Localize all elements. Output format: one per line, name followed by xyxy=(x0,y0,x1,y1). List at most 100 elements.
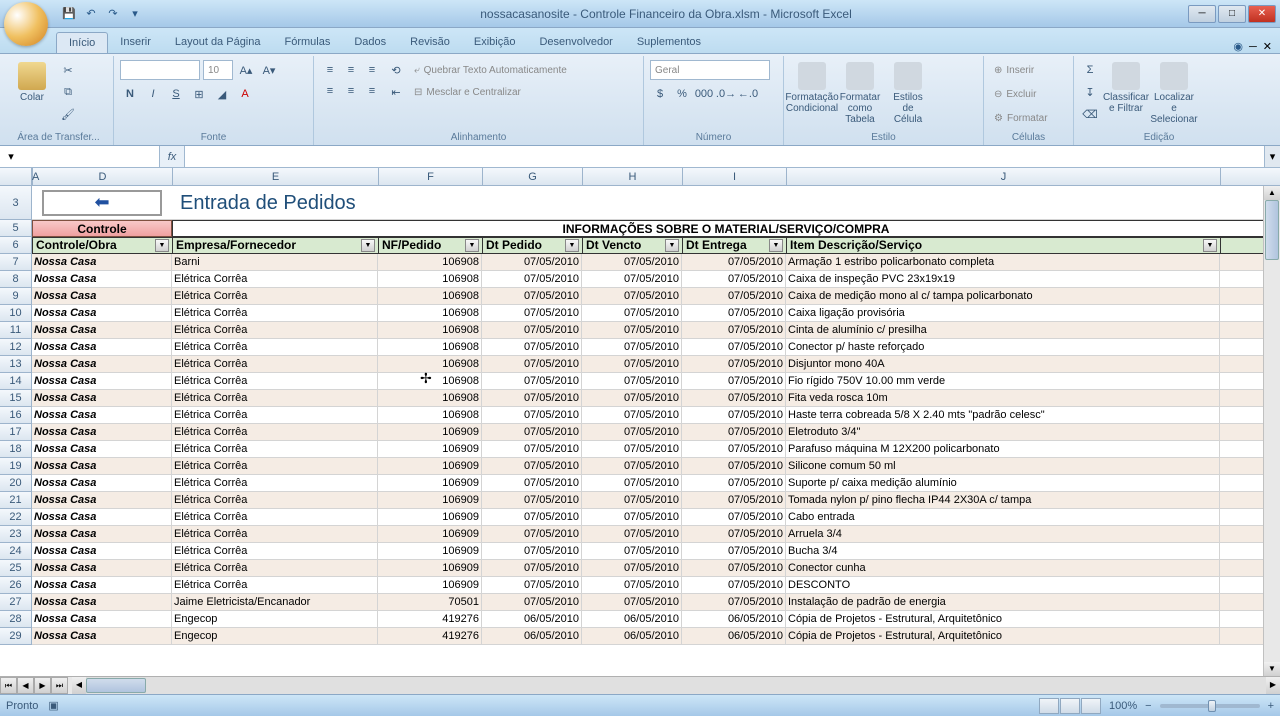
cell-empresa[interactable]: Elétrica Corrêa xyxy=(172,475,378,491)
cell-dt-entrega[interactable]: 07/05/2010 xyxy=(682,509,786,525)
table-row[interactable]: Nossa Casa Elétrica Corrêa 106908 07/05/… xyxy=(32,407,1280,424)
table-row[interactable]: Nossa Casa Engecop 419276 06/05/2010 06/… xyxy=(32,611,1280,628)
cell-dt-entrega[interactable]: 07/05/2010 xyxy=(682,322,786,338)
cell-descricao[interactable]: Caixa ligação provisória xyxy=(786,305,1220,321)
cell-descricao[interactable]: DESCONTO xyxy=(786,577,1220,593)
cell-nf[interactable]: 106909 xyxy=(378,424,482,440)
ribbon-tab-desenvolvedor[interactable]: Desenvolvedor xyxy=(527,32,624,53)
row-header-11[interactable]: 11 xyxy=(0,322,32,339)
cell-descricao[interactable]: Caixa de inspeção PVC 23x19x19 xyxy=(786,271,1220,287)
cell-dt-entrega[interactable]: 07/05/2010 xyxy=(682,560,786,576)
filter-dropdown-icon[interactable]: ▼ xyxy=(565,239,579,252)
comma-icon[interactable]: 000 xyxy=(694,84,714,104)
cell-dt-pedido[interactable]: 07/05/2010 xyxy=(482,271,582,287)
cell-obra[interactable]: Nossa Casa xyxy=(32,458,172,474)
insert-cells-button[interactable]: ⊕ Inserir xyxy=(990,60,1052,80)
cell-dt-entrega[interactable]: 07/05/2010 xyxy=(682,339,786,355)
cell-descricao[interactable]: Cópia de Projetos - Estrutural, Arquitet… xyxy=(786,628,1220,644)
cell-dt-pedido[interactable]: 06/05/2010 xyxy=(482,628,582,644)
table-row[interactable]: Nossa Casa Barni 106908 07/05/2010 07/05… xyxy=(32,254,1280,271)
filter-dropdown-icon[interactable]: ▼ xyxy=(769,239,783,252)
cell-empresa[interactable]: Engecop xyxy=(172,628,378,644)
ribbon-tab-inserir[interactable]: Inserir xyxy=(108,32,163,53)
row-header-6[interactable]: 6 xyxy=(0,237,32,254)
cell-empresa[interactable]: Jaime Eletricista/Encanador xyxy=(172,594,378,610)
minimize-button[interactable]: ─ xyxy=(1188,5,1216,23)
scroll-right-icon[interactable]: ▶ xyxy=(1266,677,1280,694)
cell-dt-pedido[interactable]: 07/05/2010 xyxy=(482,339,582,355)
undo-icon[interactable]: ↶ xyxy=(82,5,100,23)
cell-dt-vencto[interactable]: 07/05/2010 xyxy=(582,543,682,559)
table-row[interactable]: Nossa Casa Elétrica Corrêa 106909 07/05/… xyxy=(32,526,1280,543)
cell-dt-pedido[interactable]: 07/05/2010 xyxy=(482,509,582,525)
cell-nf[interactable]: 106909 xyxy=(378,509,482,525)
view-page-layout-button[interactable] xyxy=(1060,698,1080,714)
table-row[interactable]: Nossa Casa Elétrica Corrêa 106908 07/05/… xyxy=(32,373,1280,390)
cell-descricao[interactable]: Bucha 3/4 xyxy=(786,543,1220,559)
cell-obra[interactable]: Nossa Casa xyxy=(32,594,172,610)
cell-empresa[interactable]: Elétrica Corrêa xyxy=(172,543,378,559)
autosum-icon[interactable]: Σ xyxy=(1080,60,1100,80)
cell-descricao[interactable]: Parafuso máquina M 12X200 policarbonato xyxy=(786,441,1220,457)
row-header-8[interactable]: 8 xyxy=(0,271,32,288)
cell-dt-pedido[interactable]: 07/05/2010 xyxy=(482,577,582,593)
cell-dt-vencto[interactable]: 07/05/2010 xyxy=(582,356,682,372)
scroll-up-icon[interactable]: ▲ xyxy=(1264,186,1280,200)
cell-nf[interactable]: 106909 xyxy=(378,475,482,491)
row-header-15[interactable]: 15 xyxy=(0,390,32,407)
ribbon-tab-exibição[interactable]: Exibição xyxy=(462,32,528,53)
bold-button[interactable]: N xyxy=(120,84,140,104)
ribbon-tab-início[interactable]: Início xyxy=(56,32,108,53)
cell-nf[interactable]: 106908 xyxy=(378,322,482,338)
col-header-F[interactable]: F xyxy=(379,168,483,185)
cell-dt-pedido[interactable]: 07/05/2010 xyxy=(482,526,582,542)
row-header-18[interactable]: 18 xyxy=(0,441,32,458)
cell-empresa[interactable]: Elétrica Corrêa xyxy=(172,305,378,321)
row-header-28[interactable]: 28 xyxy=(0,611,32,628)
col-header-H[interactable]: H xyxy=(583,168,683,185)
ribbon-minimize-button[interactable]: ─ xyxy=(1249,41,1257,53)
increase-decimal-icon[interactable]: .0→ xyxy=(716,84,736,104)
cell-obra[interactable]: Nossa Casa xyxy=(32,611,172,627)
cell-dt-pedido[interactable]: 07/05/2010 xyxy=(482,441,582,457)
table-row[interactable]: Nossa Casa Elétrica Corrêa 106909 07/05/… xyxy=(32,509,1280,526)
cell-dt-vencto[interactable]: 07/05/2010 xyxy=(582,254,682,270)
cell-dt-vencto[interactable]: 06/05/2010 xyxy=(582,628,682,644)
cell-dt-pedido[interactable]: 07/05/2010 xyxy=(482,475,582,491)
zoom-level[interactable]: 100% xyxy=(1109,700,1137,712)
horizontal-scrollbar[interactable]: ◀ ▶ xyxy=(72,677,1280,694)
align-center-icon[interactable]: ≡ xyxy=(341,81,361,101)
ribbon-tab-revisão[interactable]: Revisão xyxy=(398,32,462,53)
formula-input[interactable] xyxy=(184,146,1264,167)
row-header-13[interactable]: 13 xyxy=(0,356,32,373)
table-row[interactable]: Nossa Casa Elétrica Corrêa 106908 07/05/… xyxy=(32,356,1280,373)
cell-descricao[interactable]: Arruela 3/4 xyxy=(786,526,1220,542)
cell-dt-vencto[interactable]: 07/05/2010 xyxy=(582,475,682,491)
cell-empresa[interactable]: Elétrica Corrêa xyxy=(172,577,378,593)
row-header-14[interactable]: 14 xyxy=(0,373,32,390)
redo-icon[interactable]: ↷ xyxy=(104,5,122,23)
cell-dt-entrega[interactable]: 07/05/2010 xyxy=(682,441,786,457)
cell-empresa[interactable]: Elétrica Corrêa xyxy=(172,356,378,372)
row-header-20[interactable]: 20 xyxy=(0,475,32,492)
cell-dt-pedido[interactable]: 07/05/2010 xyxy=(482,424,582,440)
cell-descricao[interactable]: Instalação de padrão de energia xyxy=(786,594,1220,610)
align-top-right-icon[interactable]: ≡ xyxy=(362,60,382,80)
cell-dt-vencto[interactable]: 07/05/2010 xyxy=(582,577,682,593)
cell-obra[interactable]: Nossa Casa xyxy=(32,288,172,304)
row-header-9[interactable]: 9 xyxy=(0,288,32,305)
cell-obra[interactable]: Nossa Casa xyxy=(32,509,172,525)
cell-empresa[interactable]: Elétrica Corrêa xyxy=(172,509,378,525)
cell-dt-pedido[interactable]: 07/05/2010 xyxy=(482,407,582,423)
row-header-24[interactable]: 24 xyxy=(0,543,32,560)
font-name-combo[interactable] xyxy=(120,60,200,80)
back-button[interactable]: ⬅ xyxy=(42,190,162,216)
find-select-button[interactable]: Localizar e Selecionar xyxy=(1152,60,1196,127)
row-header-23[interactable]: 23 xyxy=(0,526,32,543)
table-row[interactable]: Nossa Casa Elétrica Corrêa 106909 07/05/… xyxy=(32,475,1280,492)
cell-dt-vencto[interactable]: 07/05/2010 xyxy=(582,288,682,304)
table-row[interactable]: Nossa Casa Elétrica Corrêa 106908 07/05/… xyxy=(32,305,1280,322)
cell-empresa[interactable]: Elétrica Corrêa xyxy=(172,441,378,457)
conditional-format-button[interactable]: Formatação Condicional xyxy=(790,60,834,116)
table-row[interactable]: Nossa Casa Elétrica Corrêa 106909 07/05/… xyxy=(32,577,1280,594)
